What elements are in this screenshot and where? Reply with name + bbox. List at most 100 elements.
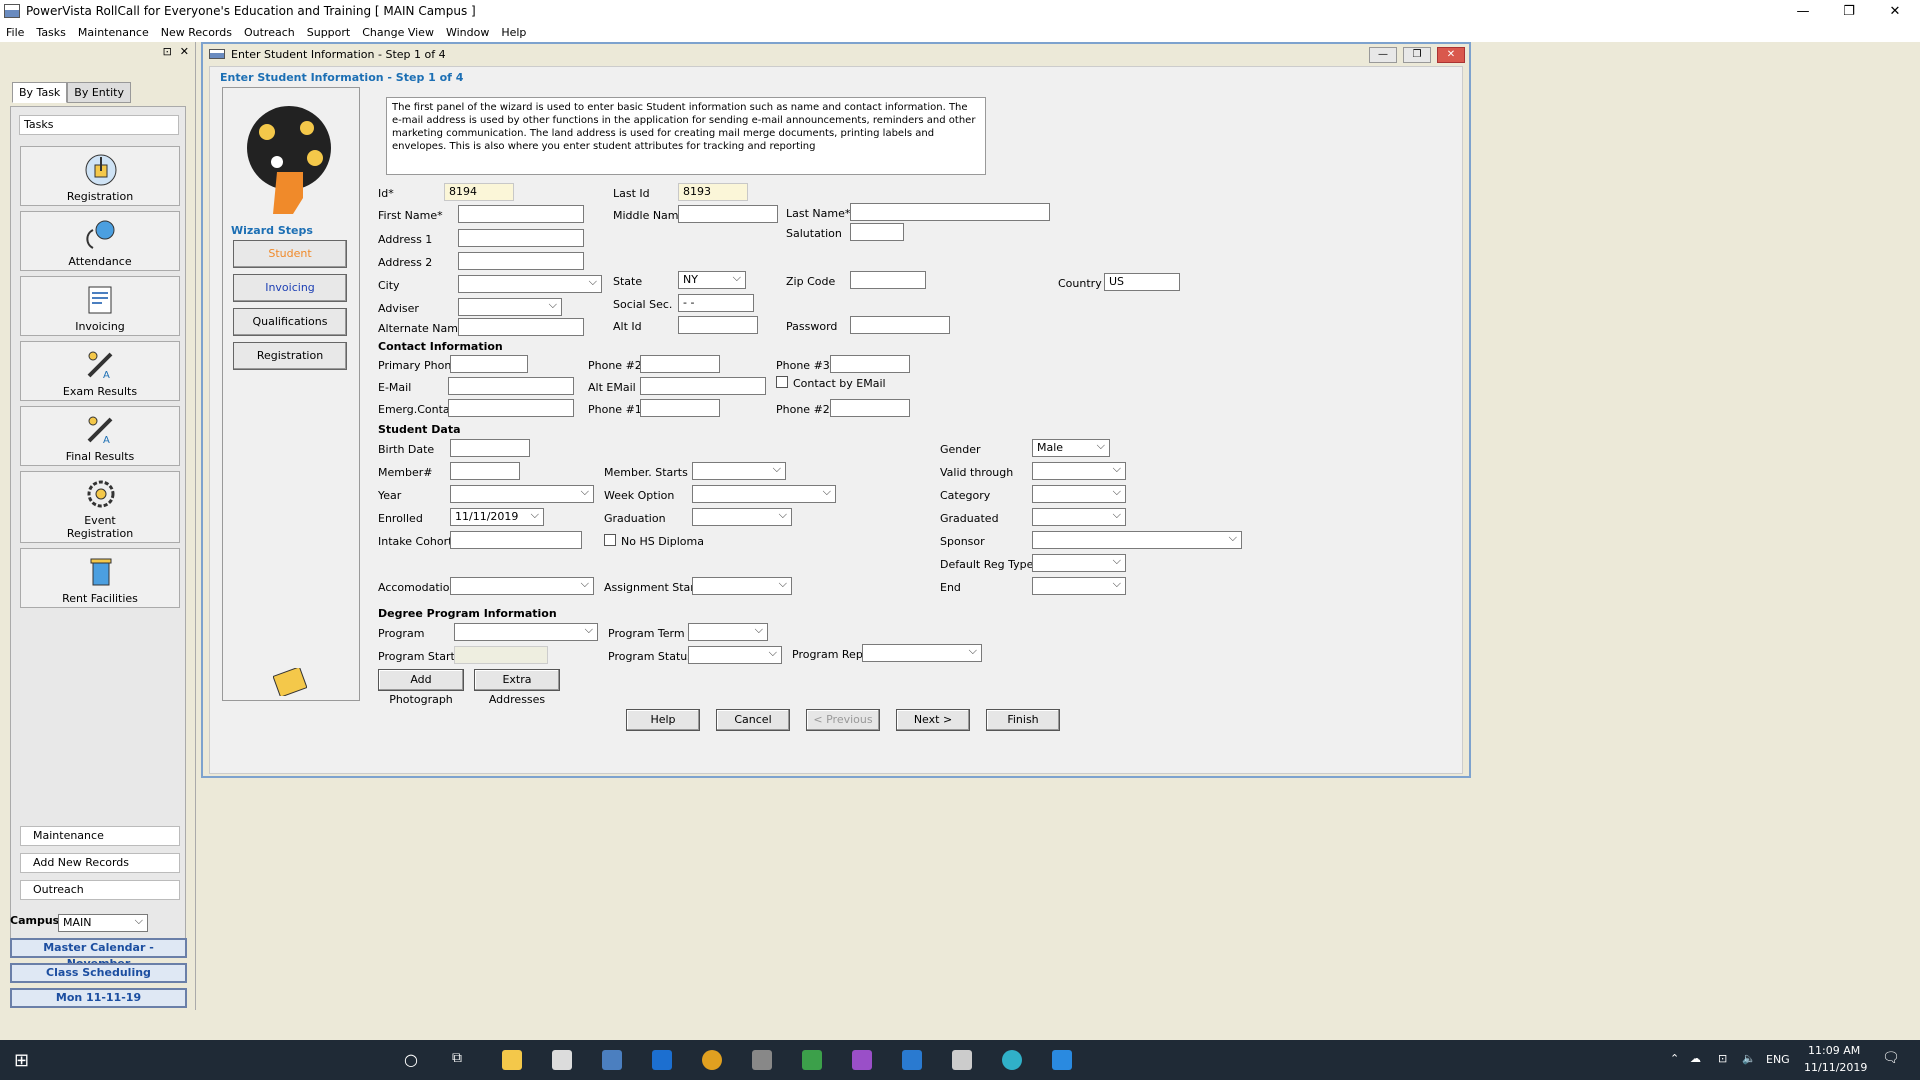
step-qualifications[interactable]: Qualifications	[233, 308, 347, 336]
menu-outreach[interactable]: Outreach	[238, 26, 301, 39]
alt-id-field[interactable]	[678, 316, 758, 334]
master-calendar-link[interactable]: Master Calendar - November	[10, 938, 187, 970]
tab-by-entity[interactable]: By Entity	[67, 82, 131, 103]
photo-app-icon[interactable]	[552, 1050, 572, 1070]
zip-field[interactable]	[850, 271, 926, 289]
task-exam-results[interactable]: A Exam Results	[20, 341, 180, 401]
program-status-select[interactable]	[688, 645, 782, 664]
tray-chevron-icon[interactable]: ⌃	[1670, 1052, 1679, 1065]
cloud-icon[interactable]: ☁	[1690, 1052, 1701, 1065]
category-select[interactable]	[1032, 484, 1126, 503]
task-view-icon[interactable]: ⧉	[452, 1050, 462, 1066]
menu-change-view[interactable]: Change View	[356, 26, 440, 39]
phone2b-field[interactable]	[830, 399, 910, 417]
menu-window[interactable]: Window	[440, 26, 495, 39]
clock-date[interactable]: 11/11/2019	[1804, 1061, 1867, 1074]
menu-new-records[interactable]: New Records	[155, 26, 238, 39]
search-icon[interactable]: ○	[404, 1050, 418, 1069]
task-invoicing[interactable]: Invoicing	[20, 276, 180, 336]
phone3-field[interactable]	[830, 355, 910, 373]
alternate-name-field[interactable]	[458, 318, 584, 336]
minimize-icon[interactable]: —	[1780, 0, 1826, 22]
extra-addresses-button[interactable]: Extra Addresses	[474, 669, 560, 706]
visual-studio-icon[interactable]	[852, 1050, 872, 1070]
step-invoicing[interactable]: Invoicing	[233, 274, 347, 302]
notification-icon[interactable]: 🗨	[1882, 1050, 1900, 1066]
address1-field[interactable]	[458, 229, 584, 247]
menu-help[interactable]: Help	[495, 26, 532, 39]
member-starts-select[interactable]	[692, 461, 786, 480]
vscode-icon[interactable]	[902, 1050, 922, 1070]
accomodation-select[interactable]	[450, 576, 594, 595]
valid-through-select[interactable]	[1032, 461, 1126, 480]
contact-by-email-checkbox[interactable]	[776, 376, 788, 388]
previous-button[interactable]: < Previous	[806, 709, 880, 731]
tools-icon[interactable]	[752, 1050, 772, 1070]
date-link[interactable]: Mon 11-11-19	[10, 988, 187, 1008]
week-option-select[interactable]	[692, 484, 836, 503]
windows-start-icon[interactable]: ⊞	[14, 1050, 29, 1071]
state-select[interactable]: NY	[678, 270, 746, 289]
language-indicator[interactable]: ENG	[1766, 1053, 1790, 1066]
finish-button[interactable]: Finish	[986, 709, 1060, 731]
no-hs-diploma-checkbox[interactable]	[604, 534, 616, 546]
program-rep-select[interactable]	[862, 643, 982, 662]
task-final-results[interactable]: A Final Results	[20, 406, 180, 466]
emerg-contact-field[interactable]	[448, 399, 574, 417]
dialog-close-icon[interactable]: ✕	[1437, 47, 1465, 63]
member-field[interactable]	[450, 462, 520, 480]
last-name-field[interactable]	[850, 203, 1050, 221]
social-sec-field[interactable]: - -	[678, 294, 754, 312]
task-event-registration[interactable]: Event Registration	[20, 471, 180, 543]
next-button[interactable]: Next >	[896, 709, 970, 731]
step-registration[interactable]: Registration	[233, 342, 347, 370]
network-icon[interactable]: ⊡	[1718, 1052, 1727, 1065]
file-explorer-icon[interactable]	[502, 1050, 522, 1070]
step-student[interactable]: Student	[233, 240, 347, 268]
class-scheduling-link[interactable]: Class Scheduling	[10, 963, 187, 983]
nav-add-new-records[interactable]: Add New Records	[20, 853, 180, 873]
add-photograph-button[interactable]: Add Photograph	[378, 669, 464, 706]
close-icon[interactable]: ✕	[1872, 0, 1918, 22]
country-field[interactable]: US	[1104, 273, 1180, 291]
tab-by-task[interactable]: By Task	[12, 82, 68, 103]
dialog-minimize-icon[interactable]: —	[1369, 47, 1397, 63]
menu-file[interactable]: File	[0, 26, 30, 39]
bluetooth-app-icon[interactable]	[1052, 1050, 1072, 1070]
menu-support[interactable]: Support	[301, 26, 356, 39]
salutation-field[interactable]	[850, 223, 904, 241]
first-name-field[interactable]	[458, 205, 584, 223]
volume-icon[interactable]: 🔈	[1742, 1052, 1756, 1065]
phone1-field[interactable]	[640, 399, 720, 417]
password-field[interactable]	[850, 316, 950, 334]
gender-select[interactable]: Male	[1032, 438, 1110, 457]
excel-icon[interactable]	[802, 1050, 822, 1070]
birth-date-field[interactable]	[450, 439, 530, 457]
dialog-restore-icon[interactable]: ❐	[1403, 47, 1431, 63]
year-select[interactable]	[450, 484, 594, 503]
app-circle-icon[interactable]	[1002, 1050, 1022, 1070]
help-button[interactable]: Help	[626, 709, 700, 731]
campus-select[interactable]: MAIN	[58, 913, 148, 932]
restore-icon[interactable]: ❐	[1826, 0, 1872, 22]
alt-email-field[interactable]	[640, 377, 766, 395]
task-registration[interactable]: Registration	[20, 146, 180, 206]
graduation-select[interactable]	[692, 507, 792, 526]
sponsor-select[interactable]	[1032, 530, 1242, 549]
menu-maintenance[interactable]: Maintenance	[72, 26, 155, 39]
city-select[interactable]	[458, 274, 602, 293]
powervista-icon[interactable]	[952, 1050, 972, 1070]
intake-cohort-field[interactable]	[450, 531, 582, 549]
clock-time[interactable]: 11:09 AM	[1808, 1044, 1860, 1057]
assignment-start-select[interactable]	[692, 576, 792, 595]
panel-close-icon[interactable]: ✕	[180, 45, 189, 58]
middle-name-field[interactable]	[678, 205, 778, 223]
task-rent-facilities[interactable]: Rent Facilities	[20, 548, 180, 608]
email-field[interactable]	[448, 377, 574, 395]
outlook-icon[interactable]	[652, 1050, 672, 1070]
program-term-select[interactable]	[688, 622, 768, 641]
adviser-select[interactable]	[458, 297, 562, 316]
end-select[interactable]	[1032, 576, 1126, 595]
program-select[interactable]	[454, 622, 598, 641]
task-attendance[interactable]: Attendance	[20, 211, 180, 271]
